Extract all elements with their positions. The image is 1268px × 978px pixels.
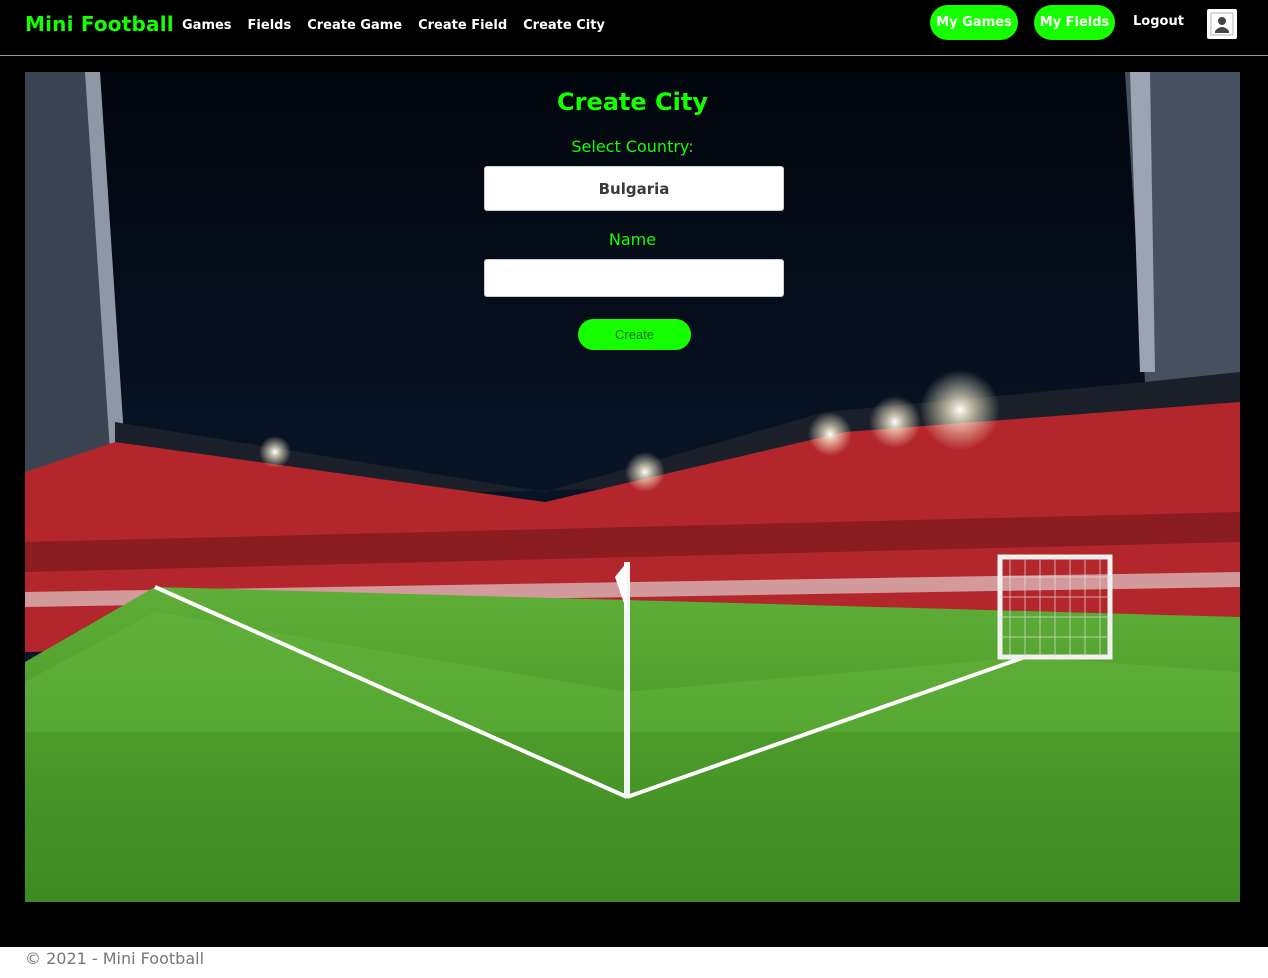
country-select[interactable]: Bulgaria: [484, 166, 784, 211]
create-button[interactable]: Create: [578, 319, 691, 350]
logout-link[interactable]: Logout: [1133, 14, 1184, 29]
my-games-button[interactable]: My Games: [930, 5, 1018, 40]
create-city-form: Create City Select Country: Bulgaria Nam…: [25, 72, 1240, 372]
nav-link-create-game[interactable]: Create Game: [307, 18, 402, 33]
nav-links: Games Fields Create Game Create Field Cr…: [182, 18, 605, 33]
brand-link[interactable]: Mini Football: [25, 12, 174, 36]
top-navbar: Mini Football Games Fields Create Game C…: [0, 0, 1268, 56]
user-profile-icon[interactable]: [1207, 9, 1237, 39]
user-profile-icon-glyph: [1210, 12, 1234, 36]
nav-link-fields[interactable]: Fields: [248, 18, 292, 33]
nav-link-create-city[interactable]: Create City: [523, 18, 605, 33]
name-label: Name: [608, 230, 657, 249]
main-content: Create City Select Country: Bulgaria Nam…: [0, 56, 1268, 947]
name-input[interactable]: [484, 259, 784, 297]
form-title: Create City: [557, 88, 708, 116]
nav-link-create-field[interactable]: Create Field: [418, 18, 507, 33]
country-selected-value: Bulgaria: [598, 179, 670, 198]
footer-copyright: © 2021 - Mini Football: [25, 949, 205, 968]
my-fields-button[interactable]: My Fields: [1034, 5, 1115, 40]
nav-link-games[interactable]: Games: [182, 18, 232, 33]
stadium-photo: Create City Select Country: Bulgaria Nam…: [25, 72, 1240, 902]
country-label: Select Country:: [571, 137, 694, 156]
